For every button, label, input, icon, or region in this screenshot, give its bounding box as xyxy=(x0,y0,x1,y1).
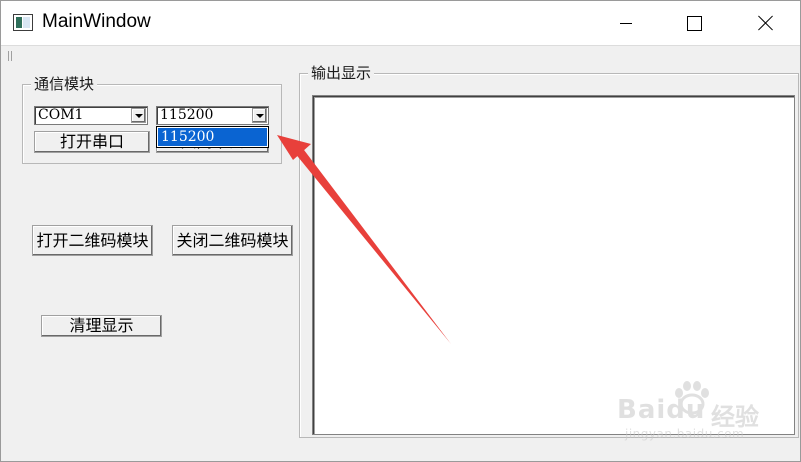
open-qr-module-button[interactable]: 打开二维码模块 xyxy=(32,225,153,256)
output-display-title: 输出显示 xyxy=(308,64,375,82)
toolbar-grip-handle[interactable] xyxy=(8,51,12,61)
app-icon xyxy=(13,14,33,31)
title-bar[interactable]: MainWindow xyxy=(1,1,800,45)
open-port-button[interactable]: 打开串口 xyxy=(34,131,150,153)
close-qr-module-button[interactable]: 关闭二维码模块 xyxy=(172,225,293,256)
watermark-brand: Baidu xyxy=(617,395,706,425)
port-select-value: COM1 xyxy=(38,107,84,123)
baud-rate-option[interactable]: 115200 xyxy=(158,128,267,146)
dropdown-arrow-icon[interactable] xyxy=(131,108,146,123)
clear-display-button[interactable]: 清理显示 xyxy=(41,315,162,337)
main-window: MainWindow 通信模块 COM1 115200 打开串口 关闭串口 11… xyxy=(0,0,801,462)
baud-rate-select-value: 115200 xyxy=(160,107,214,123)
maximize-icon[interactable] xyxy=(671,1,717,45)
window-title: MainWindow xyxy=(42,11,151,32)
minimize-icon[interactable] xyxy=(603,1,649,45)
toolbar-strip xyxy=(1,45,800,63)
comm-module-title: 通信模块 xyxy=(31,75,98,93)
close-icon[interactable] xyxy=(743,1,789,45)
baidu-watermark: Baidu 经验 jingyan.baidu.com xyxy=(613,377,793,447)
baud-rate-dropdown-list: 115200 xyxy=(156,126,269,148)
port-select[interactable]: COM1 xyxy=(34,106,148,125)
baud-rate-select[interactable]: 115200 xyxy=(156,106,269,125)
dropdown-arrow-icon[interactable] xyxy=(252,108,267,123)
watermark-url: jingyan.baidu.com xyxy=(625,427,745,441)
